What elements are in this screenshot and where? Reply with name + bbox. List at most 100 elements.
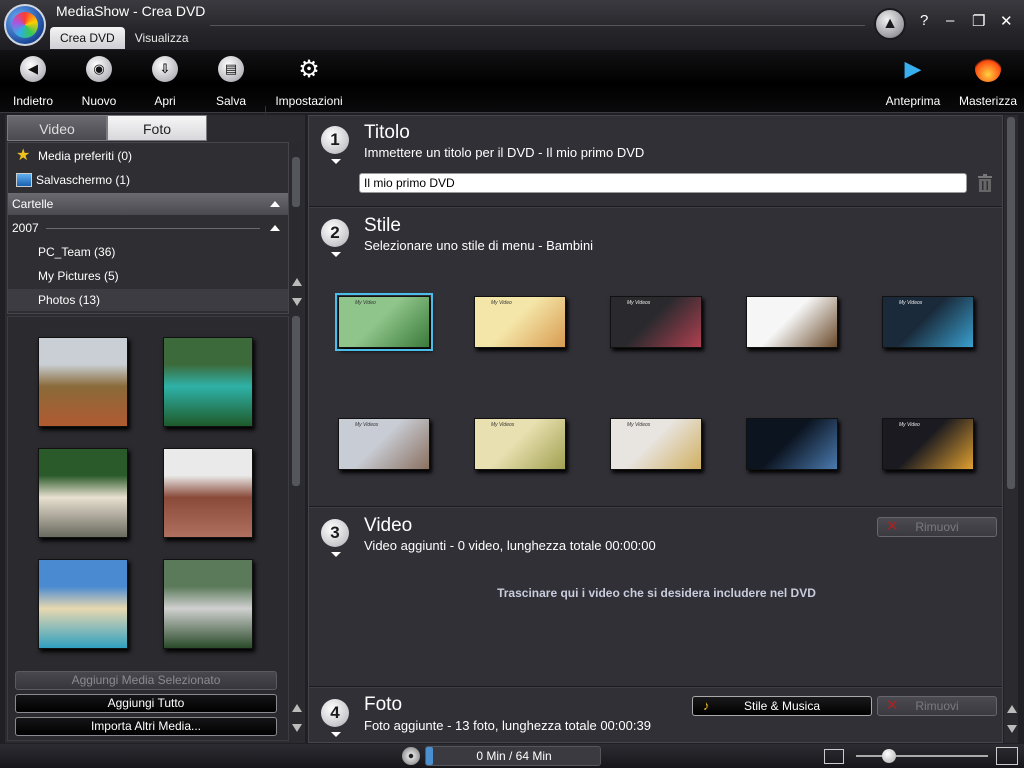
music-note-icon: ♪ bbox=[703, 698, 710, 713]
save-label: Salva bbox=[215, 94, 247, 108]
year-collapse-icon[interactable] bbox=[270, 225, 280, 231]
preview-button[interactable]: ▶ Anteprima bbox=[880, 54, 946, 108]
tree-item-screensaver[interactable]: Salvaschermo (1) bbox=[8, 169, 288, 191]
tab-foto[interactable]: Foto bbox=[107, 115, 207, 141]
upload-icon[interactable]: ▲ bbox=[874, 8, 906, 40]
tree-scroll-thumb[interactable] bbox=[292, 157, 300, 207]
minimize-button[interactable]: – bbox=[946, 12, 954, 29]
save-button[interactable]: ▤ Salva bbox=[198, 54, 264, 108]
small-view-icon[interactable] bbox=[824, 749, 844, 764]
photo-scrollbar[interactable] bbox=[289, 316, 303, 741]
style-wedding[interactable]: My Videos bbox=[610, 418, 702, 470]
main-scroll-thumb[interactable] bbox=[1007, 117, 1015, 489]
burn-button[interactable]: Masterizza bbox=[953, 54, 1023, 108]
main-scrollbar[interactable] bbox=[1004, 115, 1018, 743]
expand-icon[interactable] bbox=[331, 159, 341, 164]
tree-scroll-up[interactable] bbox=[292, 278, 302, 286]
photo-thumbnail-dam-landscape[interactable] bbox=[38, 337, 128, 427]
style-dark-film[interactable]: My Videos bbox=[610, 296, 702, 348]
main-scroll-up[interactable] bbox=[1007, 705, 1017, 713]
folders-header[interactable]: Cartelle bbox=[8, 193, 288, 215]
open-label: Apri bbox=[154, 94, 176, 108]
save-icon: ▤ bbox=[218, 56, 244, 82]
photo-scroll-thumb[interactable] bbox=[292, 316, 300, 486]
photo-scroll-up[interactable] bbox=[292, 704, 302, 712]
step-number: 1 bbox=[321, 126, 349, 154]
style-music-button[interactable]: ♪ Stile & Musica bbox=[692, 696, 872, 716]
open-button[interactable]: ⇩ Apri bbox=[132, 54, 198, 108]
year-group[interactable]: 2007 bbox=[8, 217, 288, 239]
folders-header-label: Cartelle bbox=[12, 197, 54, 211]
add-all-button[interactable]: Aggiungi Tutto bbox=[15, 694, 277, 713]
preview-label: Anteprima bbox=[885, 94, 941, 108]
settings-label: Impostazioni bbox=[275, 94, 343, 108]
collapse-icon[interactable] bbox=[270, 201, 280, 207]
remove-label: Rimuovi bbox=[915, 520, 959, 534]
style-caption: My Video bbox=[355, 300, 376, 306]
help-button[interactable]: ? bbox=[920, 12, 928, 29]
photo-thumbnail-brick-arches[interactable] bbox=[163, 448, 253, 538]
zoom-slider[interactable] bbox=[856, 755, 988, 757]
maximize-button[interactable]: ❐ bbox=[972, 12, 985, 30]
tree-item-folder[interactable]: My Pictures (5) bbox=[8, 265, 288, 287]
style-caption: My Videos bbox=[491, 422, 515, 428]
photo-scroll-down[interactable] bbox=[292, 724, 302, 732]
dvd-title-input[interactable] bbox=[359, 173, 967, 193]
import-more-button[interactable]: Importa Altri Media... bbox=[15, 717, 277, 736]
style-baby-blue[interactable]: My Videos bbox=[882, 296, 974, 348]
close-button[interactable]: ✕ bbox=[1000, 12, 1013, 30]
disc-icon[interactable] bbox=[402, 747, 420, 765]
app-logo-icon[interactable] bbox=[4, 4, 46, 46]
style-sunset[interactable]: My Video bbox=[882, 418, 974, 470]
section-title: 1 Titolo Immettere un titolo per il DVD … bbox=[309, 116, 1002, 206]
expand-icon[interactable] bbox=[331, 732, 341, 737]
tree-item-folder-selected[interactable]: Photos (13) bbox=[8, 289, 288, 311]
expand-icon[interactable] bbox=[331, 252, 341, 257]
tab-visualizza[interactable]: Visualizza bbox=[125, 27, 199, 49]
disc-new-icon: ◉ bbox=[86, 56, 112, 82]
burn-icon bbox=[975, 56, 1001, 82]
tree-item-folder[interactable]: PC_Team (36) bbox=[8, 241, 288, 263]
photo-thumbnail-lake-green[interactable] bbox=[163, 337, 253, 427]
status-bar: 0 Min / 64 Min bbox=[0, 744, 1024, 768]
trash-icon[interactable] bbox=[977, 174, 993, 192]
step-number: 2 bbox=[321, 219, 349, 247]
new-button[interactable]: ◉ Nuovo bbox=[66, 54, 132, 108]
style-caption: My Videos bbox=[899, 300, 923, 306]
settings-button[interactable]: ⚙ Impostazioni bbox=[270, 54, 348, 109]
tab-video[interactable]: Video bbox=[7, 115, 107, 141]
toolbar: ◀ Indietro ◉ Nuovo ⇩ Apri ▤ Salva ⚙ Impo… bbox=[0, 50, 1024, 158]
style-caption: My Video bbox=[491, 300, 512, 306]
tree-scrollbar[interactable] bbox=[289, 142, 303, 314]
style-bunny[interactable]: My Video bbox=[474, 296, 566, 348]
section-subtitle: Selezionare uno stile di menu - Bambini bbox=[364, 238, 594, 253]
add-selected-button[interactable]: Aggiungi Media Selezionato bbox=[15, 671, 277, 690]
style-gold-couple[interactable]: My Videos bbox=[474, 418, 566, 470]
zoom-slider-handle[interactable] bbox=[882, 749, 896, 763]
style-dark-blue[interactable] bbox=[746, 418, 838, 470]
section-heading: Titolo bbox=[364, 122, 410, 143]
remove-video-button[interactable]: ✕ Rimuovi bbox=[877, 517, 997, 537]
tab-crea-dvd[interactable]: Crea DVD bbox=[50, 27, 125, 49]
large-view-icon[interactable] bbox=[996, 747, 1018, 765]
tree-scroll-down[interactable] bbox=[292, 298, 302, 306]
main-scroll-down[interactable] bbox=[1007, 725, 1017, 733]
photo-thumbnail-beach-boats[interactable] bbox=[38, 559, 128, 649]
expand-icon[interactable] bbox=[331, 552, 341, 557]
style-caption: My Video bbox=[899, 422, 920, 428]
app-window: MediaShow - Crea DVD ▲ ? – ❐ ✕ Crea DVD … bbox=[0, 0, 1024, 768]
style-green-board[interactable]: My Video bbox=[335, 293, 433, 351]
remove-photo-button[interactable]: ✕ Rimuovi bbox=[877, 696, 997, 716]
tree-item-favorites[interactable]: ★ Media preferiti (0) bbox=[8, 145, 288, 167]
style-silver-couple[interactable]: My Videos bbox=[338, 418, 430, 470]
section-heading: Stile bbox=[364, 215, 401, 236]
source-tabs: Video Foto bbox=[7, 115, 207, 141]
title-bar: MediaShow - Crea DVD ▲ ? – ❐ ✕ Crea DVD … bbox=[0, 0, 1024, 50]
photo-thumbnail-suspension-bridge[interactable] bbox=[163, 559, 253, 649]
remove-label: Rimuovi bbox=[915, 699, 959, 713]
photo-thumbnail-two-dogs[interactable] bbox=[38, 448, 128, 538]
video-drop-zone[interactable]: Trascinare qui i video che si desidera i… bbox=[309, 586, 1002, 600]
disc-capacity-bar: 0 Min / 64 Min bbox=[425, 746, 601, 766]
back-button[interactable]: ◀ Indietro bbox=[0, 54, 66, 108]
style-brush[interactable] bbox=[746, 296, 838, 348]
